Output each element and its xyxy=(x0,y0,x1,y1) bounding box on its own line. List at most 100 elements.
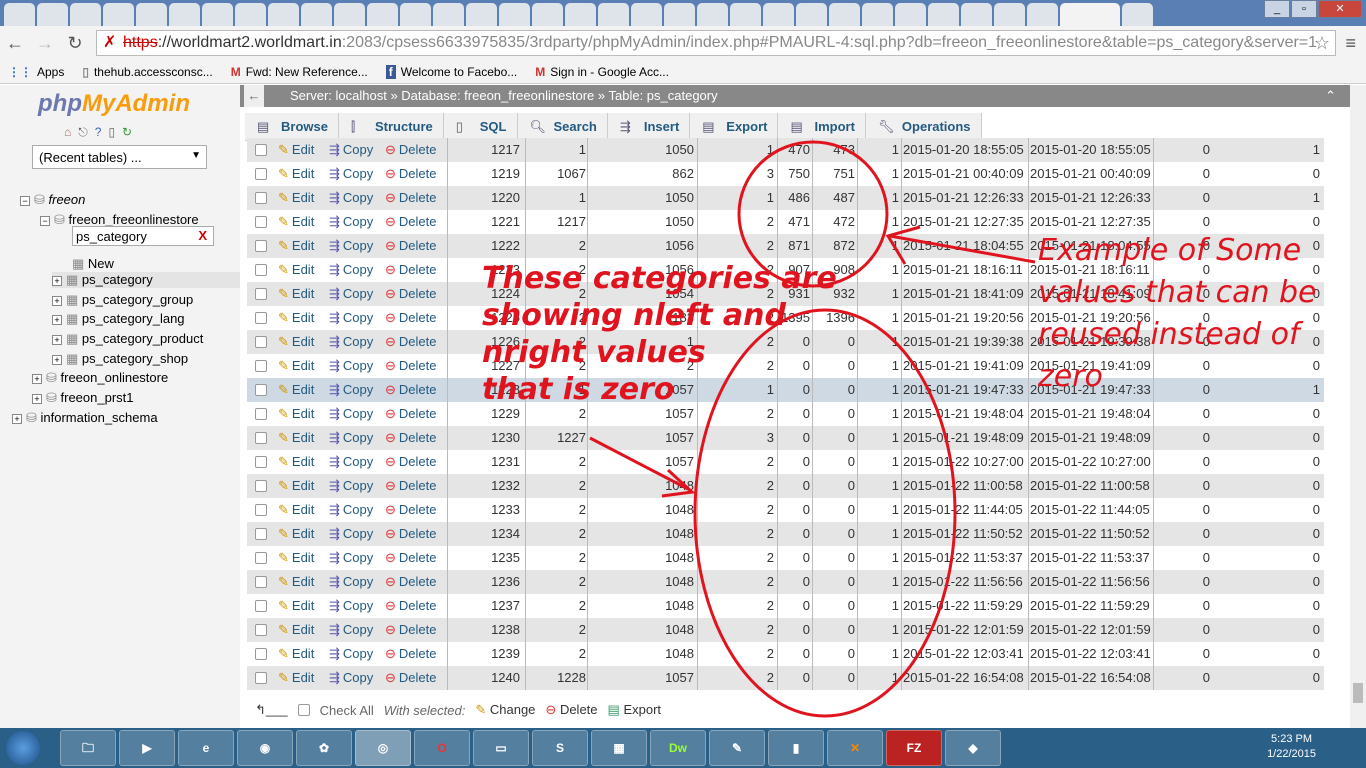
tab-structure[interactable]: ⫿ Structure xyxy=(339,113,444,140)
cell[interactable]: 2 xyxy=(699,474,774,498)
cell[interactable]: 2015-01-20 18:55:05 xyxy=(1030,138,1151,162)
cell[interactable]: 2015-01-21 19:48:09 xyxy=(1030,426,1151,450)
cell[interactable]: 0 xyxy=(815,354,855,378)
row-checkbox[interactable] xyxy=(255,360,267,372)
page-scrollbar[interactable] xyxy=(1350,85,1366,728)
copy-row-link[interactable]: ⇶ Copy xyxy=(329,474,373,498)
cell[interactable]: 0 xyxy=(1213,498,1320,522)
tree-item-ps-category-product[interactable]: + ▦ ps_category_product xyxy=(52,331,203,347)
taskbar-notes[interactable]: ▭ xyxy=(473,730,529,766)
browser-tab[interactable] xyxy=(367,3,398,26)
cell[interactable]: 0 xyxy=(815,642,855,666)
cell[interactable]: 1240 xyxy=(447,666,520,690)
row-checkbox[interactable] xyxy=(255,216,267,228)
browser-tab[interactable] xyxy=(334,3,365,26)
cell[interactable]: 2 xyxy=(527,642,586,666)
taskbar-notepadpp[interactable]: ▮ xyxy=(768,730,824,766)
taskbar-chrome[interactable]: ◎ xyxy=(355,730,411,766)
cell[interactable]: 1 xyxy=(859,618,899,642)
breadcrumb-table[interactable]: Table: ps_category xyxy=(608,88,717,103)
cell[interactable]: 2015-01-22 12:03:41 xyxy=(903,642,1024,666)
copy-row-link[interactable]: ⇶ Copy xyxy=(329,450,373,474)
cell[interactable]: 2 xyxy=(527,570,586,594)
cell[interactable]: 0 xyxy=(779,642,810,666)
taskbar-skype[interactable]: S xyxy=(532,730,588,766)
cell[interactable]: 2015-01-22 11:00:58 xyxy=(1030,474,1150,498)
tab-import[interactable]: ▤ Import xyxy=(778,113,866,140)
cell[interactable]: 2015-01-21 19:41:09 xyxy=(903,354,1024,378)
browser-tab[interactable] xyxy=(4,3,35,26)
cell[interactable]: 2015-01-22 11:50:52 xyxy=(1030,522,1150,546)
tree-item-ps-category-lang[interactable]: + ▦ ps_category_lang xyxy=(52,311,185,327)
cell[interactable]: 1048 xyxy=(587,474,694,498)
cell[interactable]: 1048 xyxy=(587,570,694,594)
expand-toggle-icon[interactable]: + xyxy=(52,335,62,345)
delete-row-link[interactable]: ⊖ Delete xyxy=(385,666,436,690)
cell[interactable]: 2 xyxy=(699,402,774,426)
cell[interactable]: 1 xyxy=(859,594,899,618)
star-icon[interactable]: ☆ xyxy=(1314,33,1330,54)
cell[interactable]: 470 xyxy=(779,138,810,162)
collapse-top-icon[interactable]: ⌃ xyxy=(1325,85,1336,107)
tab-search[interactable]: 🔍︎ Search xyxy=(518,113,608,140)
row-checkbox[interactable] xyxy=(255,432,267,444)
tree-item-freeon-prst1[interactable]: + ⛁ freeon_prst1 xyxy=(32,390,134,406)
delete-row-link[interactable]: ⊖ Delete xyxy=(385,522,436,546)
cell[interactable]: 1236 xyxy=(447,570,520,594)
cell[interactable]: 1 xyxy=(587,330,694,354)
cell[interactable]: 2 xyxy=(699,330,774,354)
table-row[interactable]: ✎ Edit ⇶ Copy ⊖ Delete 1223 2 1056 2 907 908 1 2015-0… xyxy=(247,258,1324,282)
cell[interactable]: 2015-01-21 19:47:33 xyxy=(1030,378,1151,402)
expand-toggle-icon[interactable]: + xyxy=(52,315,62,325)
cell[interactable]: 0 xyxy=(1157,426,1210,450)
cell[interactable]: 1223 xyxy=(447,258,520,282)
cell[interactable]: 1219 xyxy=(447,162,520,186)
cell[interactable]: 0 xyxy=(1157,306,1210,330)
cell[interactable]: 2015-01-22 16:54:08 xyxy=(903,666,1024,690)
expand-toggle-icon[interactable]: − xyxy=(40,216,50,226)
start-button[interactable] xyxy=(6,731,40,765)
edit-row-link[interactable]: ✎ Edit xyxy=(278,258,314,282)
edit-row-link[interactable]: ✎ Edit xyxy=(278,546,314,570)
cell[interactable]: 1 xyxy=(1213,186,1320,210)
row-checkbox[interactable] xyxy=(255,648,267,660)
cell[interactable]: 486 xyxy=(779,186,810,210)
cell[interactable]: 2 xyxy=(527,234,586,258)
docs-icon[interactable]: ▯ xyxy=(108,125,115,140)
browser-tab[interactable] xyxy=(829,3,860,26)
cell[interactable]: 1 xyxy=(699,138,774,162)
cell[interactable]: 0 xyxy=(815,378,855,402)
delete-row-link[interactable]: ⊖ Delete xyxy=(385,306,436,330)
cell[interactable]: 0 xyxy=(779,522,810,546)
cell[interactable]: 2015-01-22 11:44:05 xyxy=(903,498,1023,522)
cell[interactable]: 932 xyxy=(815,282,855,306)
cell[interactable]: 2 xyxy=(527,474,586,498)
cell[interactable]: 931 xyxy=(779,282,810,306)
cell[interactable]: 2 xyxy=(527,594,586,618)
tree-item-ps-category-shop[interactable]: + ▦ ps_category_shop xyxy=(52,351,188,367)
cell[interactable]: 1057 xyxy=(587,426,694,450)
cell[interactable]: 2015-01-21 18:16:11 xyxy=(1030,258,1150,282)
cell[interactable]: 0 xyxy=(815,498,855,522)
row-checkbox[interactable] xyxy=(255,456,267,468)
cell[interactable]: 2015-01-21 18:16:11 xyxy=(903,258,1023,282)
cell[interactable]: 1 xyxy=(859,234,899,258)
cell[interactable]: 1057 xyxy=(587,666,694,690)
cell[interactable]: 1 xyxy=(699,378,774,402)
delete-row-link[interactable]: ⊖ Delete xyxy=(385,162,436,186)
cell[interactable]: 2 xyxy=(527,258,586,282)
taskbar-filezilla[interactable]: FZ xyxy=(886,730,942,766)
cell[interactable]: 0 xyxy=(1213,570,1320,594)
cell[interactable]: 1 xyxy=(859,378,899,402)
row-checkbox[interactable] xyxy=(255,384,267,396)
copy-row-link[interactable]: ⇶ Copy xyxy=(329,330,373,354)
cell[interactable]: 0 xyxy=(779,474,810,498)
browser-tab[interactable] xyxy=(565,3,596,26)
cell[interactable]: 1057 xyxy=(587,402,694,426)
cell[interactable]: 2 xyxy=(699,570,774,594)
table-row[interactable]: ✎ Edit ⇶ Copy ⊖ Delete 1229 2 1057 2 0 0 1 2015-01-21… xyxy=(247,402,1324,426)
browser-tab[interactable] xyxy=(532,3,563,26)
table-row[interactable]: ✎ Edit ⇶ Copy ⊖ Delete 1226 2 1 2 0 0 1 2015-01-21 19… xyxy=(247,330,1324,354)
cell[interactable]: 1 xyxy=(1213,138,1320,162)
row-checkbox[interactable] xyxy=(255,672,267,684)
